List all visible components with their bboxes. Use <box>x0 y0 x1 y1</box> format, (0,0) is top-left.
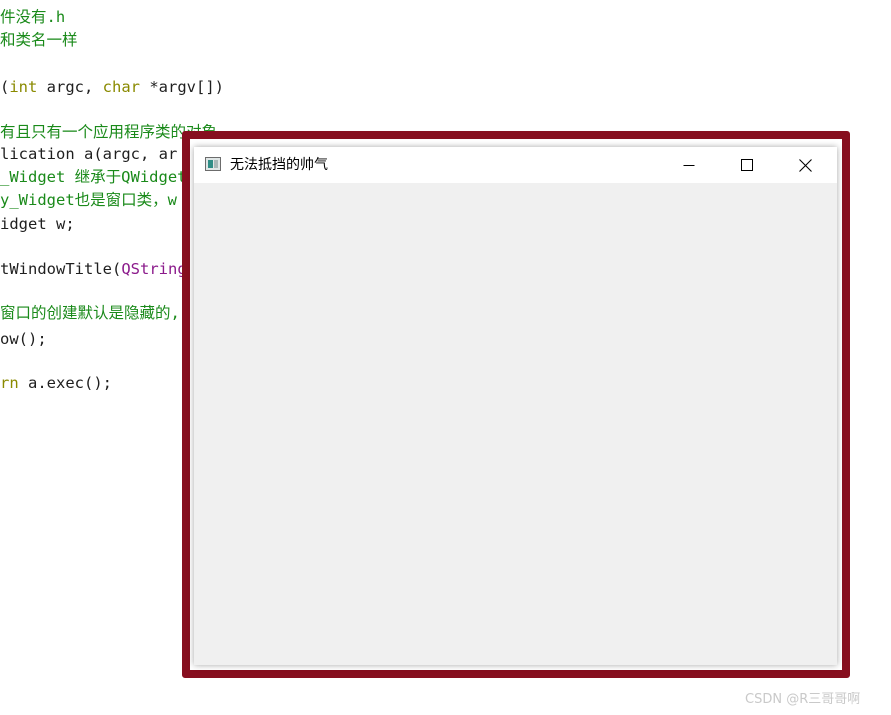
code-token: tWindowTitle( <box>0 260 122 278</box>
code-token: ow(); <box>0 330 47 348</box>
code-line: idget w; <box>0 213 75 235</box>
maximize-button[interactable] <box>718 147 776 183</box>
csdn-watermark: CSDN @R三哥哥啊 <box>745 692 861 707</box>
code-line: rn a.exec(); <box>0 372 112 394</box>
app-icon <box>205 157 221 171</box>
code-line: tWindowTitle(QString <box>0 258 187 280</box>
code-line: 件没有.h <box>0 6 65 28</box>
code-token: _Widget 继承于QWidget <box>0 168 187 186</box>
minimize-icon <box>683 165 695 166</box>
code-token: 和类名一样 <box>0 31 78 49</box>
code-token: argc, <box>37 78 103 96</box>
code-token: ( <box>0 78 10 96</box>
minimize-button[interactable] <box>660 147 718 183</box>
code-token: idget w; <box>0 215 75 233</box>
code-token: lication a(argc, ar <box>0 145 178 163</box>
window-title: 无法抵挡的帅气 <box>230 157 328 173</box>
code-line: (int argc, char *argv[]) <box>0 76 224 98</box>
maximize-icon <box>741 159 753 171</box>
code-line: ow(); <box>0 328 47 350</box>
code-token: int <box>9 78 38 96</box>
code-token: a.exec(); <box>18 374 112 392</box>
code-token: char <box>102 78 140 96</box>
code-token: y_Widget也是窗口类，w <box>0 191 177 209</box>
qt-window[interactable]: 无法抵挡的帅气 <box>194 147 837 665</box>
code-token: QString <box>121 260 187 278</box>
code-token: *argv[]) <box>140 78 224 96</box>
window-client-area[interactable] <box>194 183 837 665</box>
code-token: 窗口的创建默认是隐藏的, <box>0 304 180 322</box>
window-titlebar[interactable]: 无法抵挡的帅气 <box>194 147 837 183</box>
code-line: y_Widget也是窗口类，w <box>0 189 177 211</box>
code-token: 件没有.h <box>0 8 66 26</box>
code-line: 窗口的创建默认是隐藏的, <box>0 302 180 324</box>
code-line: lication a(argc, ar <box>0 143 177 165</box>
code-line: 和类名一样 <box>0 29 78 51</box>
code-line: _Widget 继承于QWidget <box>0 166 186 188</box>
code-token: rn <box>0 374 19 392</box>
close-button[interactable] <box>776 147 834 183</box>
close-icon <box>798 158 812 172</box>
